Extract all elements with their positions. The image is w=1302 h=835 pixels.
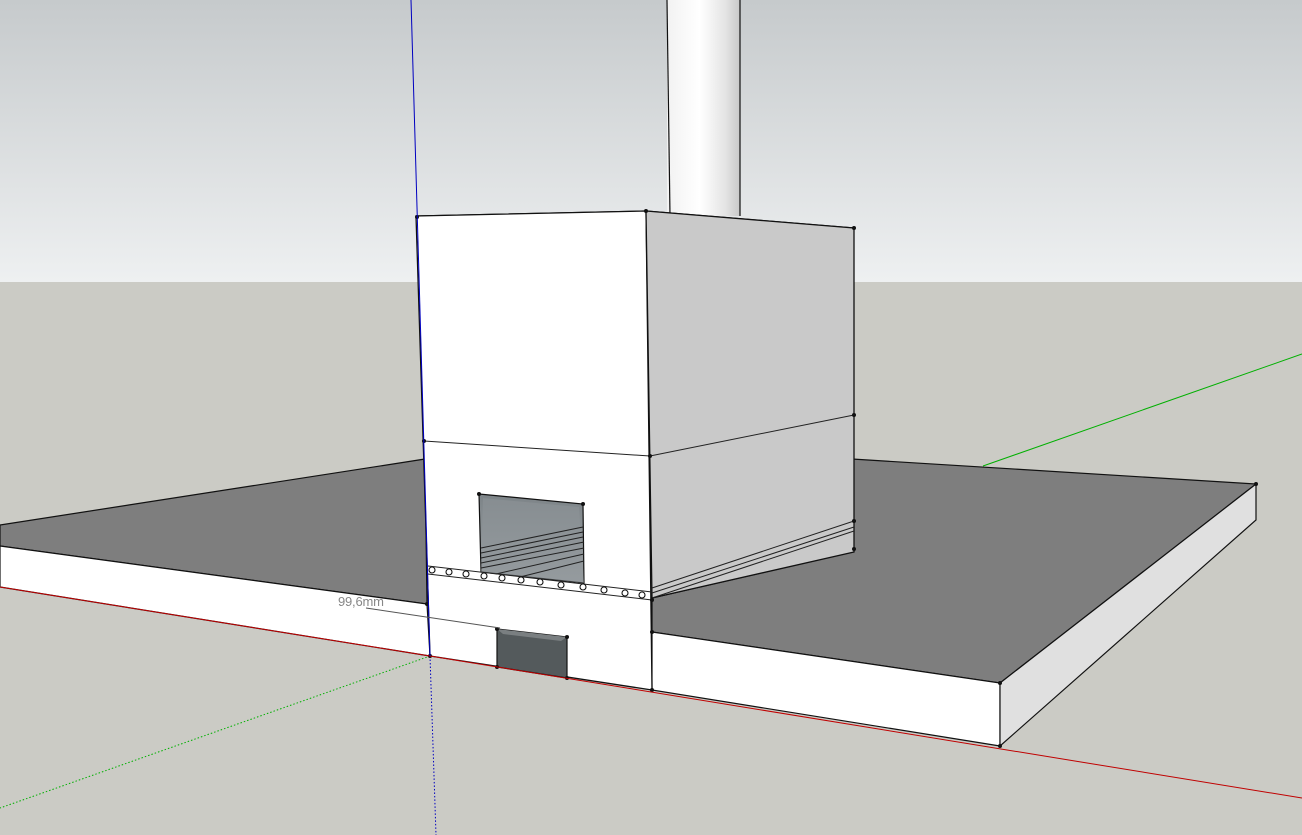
bolt (445, 568, 453, 576)
stove-side-face (645, 210, 855, 599)
modeling-viewport[interactable]: 99,6mm (0, 0, 1302, 835)
dimension-label[interactable]: 99,6mm (338, 594, 384, 609)
bolt (600, 586, 608, 594)
vertex-point (1254, 482, 1258, 486)
fire-opening-inner-wall (481, 498, 584, 583)
vertex-point (998, 681, 1002, 685)
bolt (579, 583, 587, 591)
3d-scene[interactable] (0, 0, 1302, 835)
chimney-pipe[interactable] (666, 0, 741, 217)
vertex-point (565, 635, 569, 639)
bolt (428, 566, 436, 574)
bolt (536, 578, 544, 586)
fire-opening[interactable] (478, 493, 585, 584)
vertex-point (650, 598, 654, 602)
bolt (638, 591, 646, 599)
bolt (462, 570, 470, 578)
vertex-point (477, 492, 481, 496)
vertex-point (650, 688, 654, 692)
pipe-body (667, 0, 740, 216)
vertex-point (852, 519, 856, 523)
vertex-point (650, 630, 654, 634)
stove-front-face (415, 210, 653, 691)
vertex-point (852, 413, 856, 417)
vertex-point (581, 502, 585, 506)
bolt (517, 576, 525, 584)
vertex-point (852, 226, 856, 230)
vertex-point (644, 209, 648, 213)
bolt (557, 581, 565, 589)
vertex-point (852, 547, 856, 551)
vertex-point (998, 744, 1002, 748)
bolt (480, 572, 488, 580)
vertex-point (648, 454, 652, 458)
bolt (498, 574, 506, 582)
bolt (621, 589, 629, 597)
